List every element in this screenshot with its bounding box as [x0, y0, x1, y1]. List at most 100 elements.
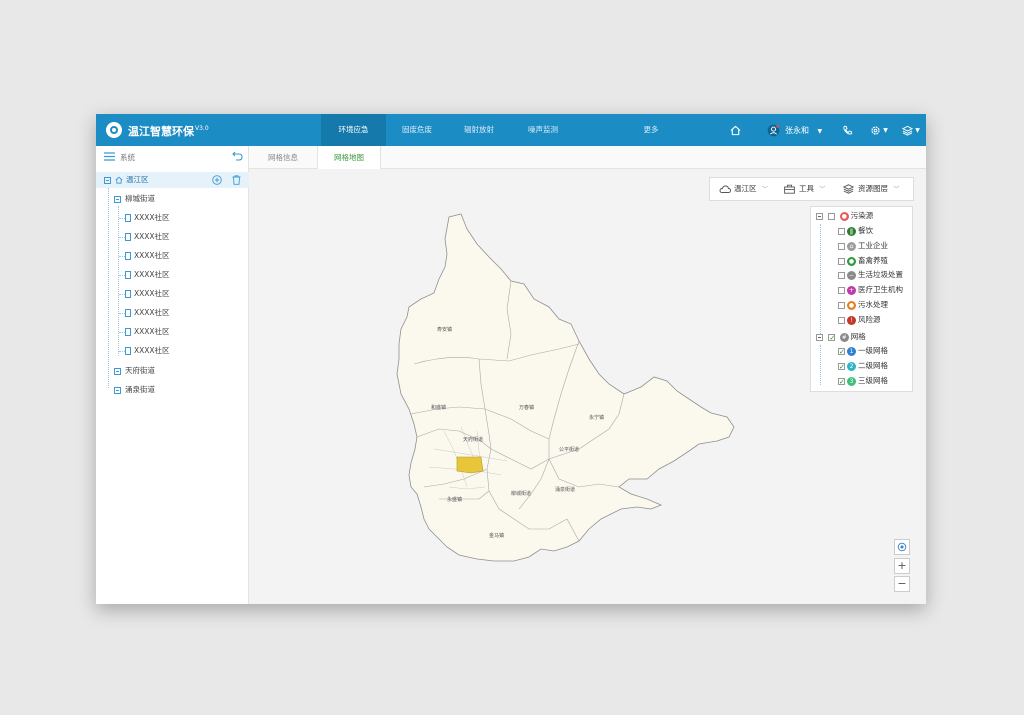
delete-icon[interactable] [232, 175, 241, 191]
zoom-in-button[interactable]: + [894, 558, 910, 574]
checkbox[interactable] [838, 271, 845, 279]
checkbox[interactable] [828, 331, 836, 345]
legend-item[interactable]: ǁ 餐饮 [838, 224, 873, 238]
town-label: 寿安镇 [437, 326, 452, 333]
settings-icon[interactable]: ▼ [868, 123, 890, 137]
tab-grid-info[interactable]: 网格信息 [249, 146, 317, 169]
layer-legend: ● 污染源 ǁ 餐饮 ⌂ 工业企业 ● 畜禽养殖 − 生活垃圾处置 + 医疗卫生机构 ● 污水… [810, 206, 913, 392]
checkbox[interactable] [838, 242, 845, 250]
legend-group-pollution[interactable]: ● 污染源 [816, 209, 873, 223]
chevron-down-icon: ﹀ [819, 186, 826, 193]
nav-tab-radiation[interactable]: 辐射放射 [448, 114, 510, 146]
tree-street-liucheng[interactable]: 柳城街道 [114, 191, 155, 207]
legend-label: 医疗卫生机构 [858, 285, 903, 294]
grid-icon: # [839, 332, 849, 342]
nav-tab-noise[interactable]: 噪声监测 [510, 114, 576, 146]
nav-tab-solid-waste[interactable]: 固废危废 [386, 114, 448, 146]
tree-community[interactable]: XXXX社区 [119, 286, 170, 302]
expand-icon[interactable] [114, 367, 121, 375]
collapse-icon[interactable] [114, 195, 121, 203]
home-icon[interactable] [728, 123, 742, 137]
tree-street-label: 天府街道 [125, 366, 155, 375]
checkbox[interactable] [838, 301, 845, 309]
user-name-label: 张永和 [785, 126, 809, 135]
tree-community[interactable]: XXXX社区 [119, 267, 170, 283]
tree-community-label: XXXX社区 [134, 308, 170, 317]
layers-select[interactable]: 资源图层 ﹀ [842, 178, 900, 200]
tree-community-label: XXXX社区 [134, 213, 170, 222]
legend-item[interactable]: ● 污水处理 [838, 298, 888, 312]
content-tabs: 网格信息 网格地图 [249, 146, 926, 170]
tree-street-tianfu[interactable]: 天府街道 [114, 363, 155, 379]
legend-item[interactable]: 1一级网格 [838, 344, 888, 359]
legend-item[interactable]: 2二级网格 [838, 359, 888, 374]
locate-button[interactable] [894, 539, 910, 555]
collapse-icon[interactable] [104, 176, 111, 184]
tree-street-label: 涌泉街道 [125, 385, 155, 394]
risk-icon: ! [847, 315, 856, 325]
sidebar: 系统 温江区 柳城街道 XXXX社区 XXXX社区 XXXX社区 XXXX社区 … [96, 146, 249, 604]
legend-label: 网格 [850, 332, 866, 341]
add-icon[interactable] [212, 175, 222, 191]
legend-item[interactable]: 3三级网格 [838, 374, 888, 389]
checkbox[interactable] [828, 212, 836, 220]
checkbox[interactable] [838, 227, 845, 235]
checkbox[interactable] [838, 375, 845, 389]
tree-community[interactable]: XXXX社区 [119, 343, 170, 359]
tree-community[interactable]: XXXX社区 [119, 248, 170, 264]
tree-community[interactable]: XXXX社区 [119, 210, 170, 226]
tree-community[interactable]: XXXX社区 [119, 305, 170, 321]
checkbox[interactable] [838, 345, 845, 359]
nav-tab-more[interactable]: 更多 [626, 114, 676, 146]
district-boundary [396, 213, 735, 562]
document-icon [125, 271, 131, 279]
legend-group-grid[interactable]: #网格 [816, 330, 866, 345]
town-label: 天府街道 [463, 436, 483, 443]
expand-icon[interactable] [114, 386, 121, 394]
sidebar-title: 系统 [120, 153, 135, 162]
layers-icon[interactable]: ▼ [900, 123, 922, 137]
tools-select[interactable]: 工具 ﹀ [784, 178, 825, 200]
legend-label: 污染源 [850, 211, 874, 220]
district-select-label: 温江区 [734, 184, 757, 193]
legend-item[interactable]: + 医疗卫生机构 [838, 283, 903, 297]
legend-item[interactable]: − 生活垃圾处置 [838, 268, 903, 282]
grid-level-3-icon: 3 [847, 376, 856, 386]
chevron-down-icon: ﹀ [893, 186, 900, 193]
legend-label: 三级网格 [858, 376, 888, 385]
town-label: 公平街道 [559, 446, 579, 453]
district-select[interactable]: 温江区 ﹀ [719, 178, 768, 200]
map-view[interactable]: 寿安镇 和盛镇 万春镇 永宁镇 公平街道 天府街道 永盛镇 柳城街道 涌泉街道 金马镇 温江区 ﹀… [249, 169, 926, 604]
user-name[interactable]: 张永和 ▼ [785, 125, 822, 136]
tree-community-label: XXXX社区 [134, 270, 170, 279]
chevron-down-icon: ﹀ [761, 186, 768, 193]
zoom-out-button[interactable]: − [894, 576, 910, 592]
app-version: V3.0 [195, 125, 209, 132]
livestock-icon: ● [847, 256, 856, 266]
tree-root-wenjiang[interactable]: 温江区 [96, 172, 249, 188]
tab-grid-map[interactable]: 网格地图 [317, 146, 381, 170]
town-label: 永宁镇 [589, 414, 604, 421]
legend-item[interactable]: ⌂ 工业企业 [838, 239, 888, 253]
app-title: 温江智慧环保 [128, 125, 194, 138]
legend-label: 餐饮 [858, 226, 873, 235]
nav-tab-emergency[interactable]: 环境应急 [321, 114, 386, 146]
collapse-icon[interactable] [816, 333, 823, 341]
checkbox[interactable] [838, 316, 845, 324]
collapse-icon[interactable] [816, 212, 823, 220]
menu-icon[interactable] [104, 152, 115, 163]
tree-community[interactable]: XXXX社区 [119, 324, 170, 340]
highlighted-community [456, 456, 484, 474]
tree-street-yongquan[interactable]: 涌泉街道 [114, 382, 155, 398]
checkbox[interactable] [838, 360, 845, 374]
avatar-icon[interactable] [766, 123, 780, 137]
undo-icon[interactable] [232, 151, 243, 163]
layers-select-label: 资源图层 [858, 184, 888, 193]
town-label: 和盛镇 [431, 404, 446, 411]
legend-item[interactable]: ● 畜禽养殖 [838, 254, 888, 268]
checkbox[interactable] [838, 257, 845, 265]
tree-community[interactable]: XXXX社区 [119, 229, 170, 245]
legend-item[interactable]: ! 风险源 [838, 313, 881, 327]
phone-icon[interactable] [840, 123, 854, 137]
checkbox[interactable] [838, 286, 845, 294]
